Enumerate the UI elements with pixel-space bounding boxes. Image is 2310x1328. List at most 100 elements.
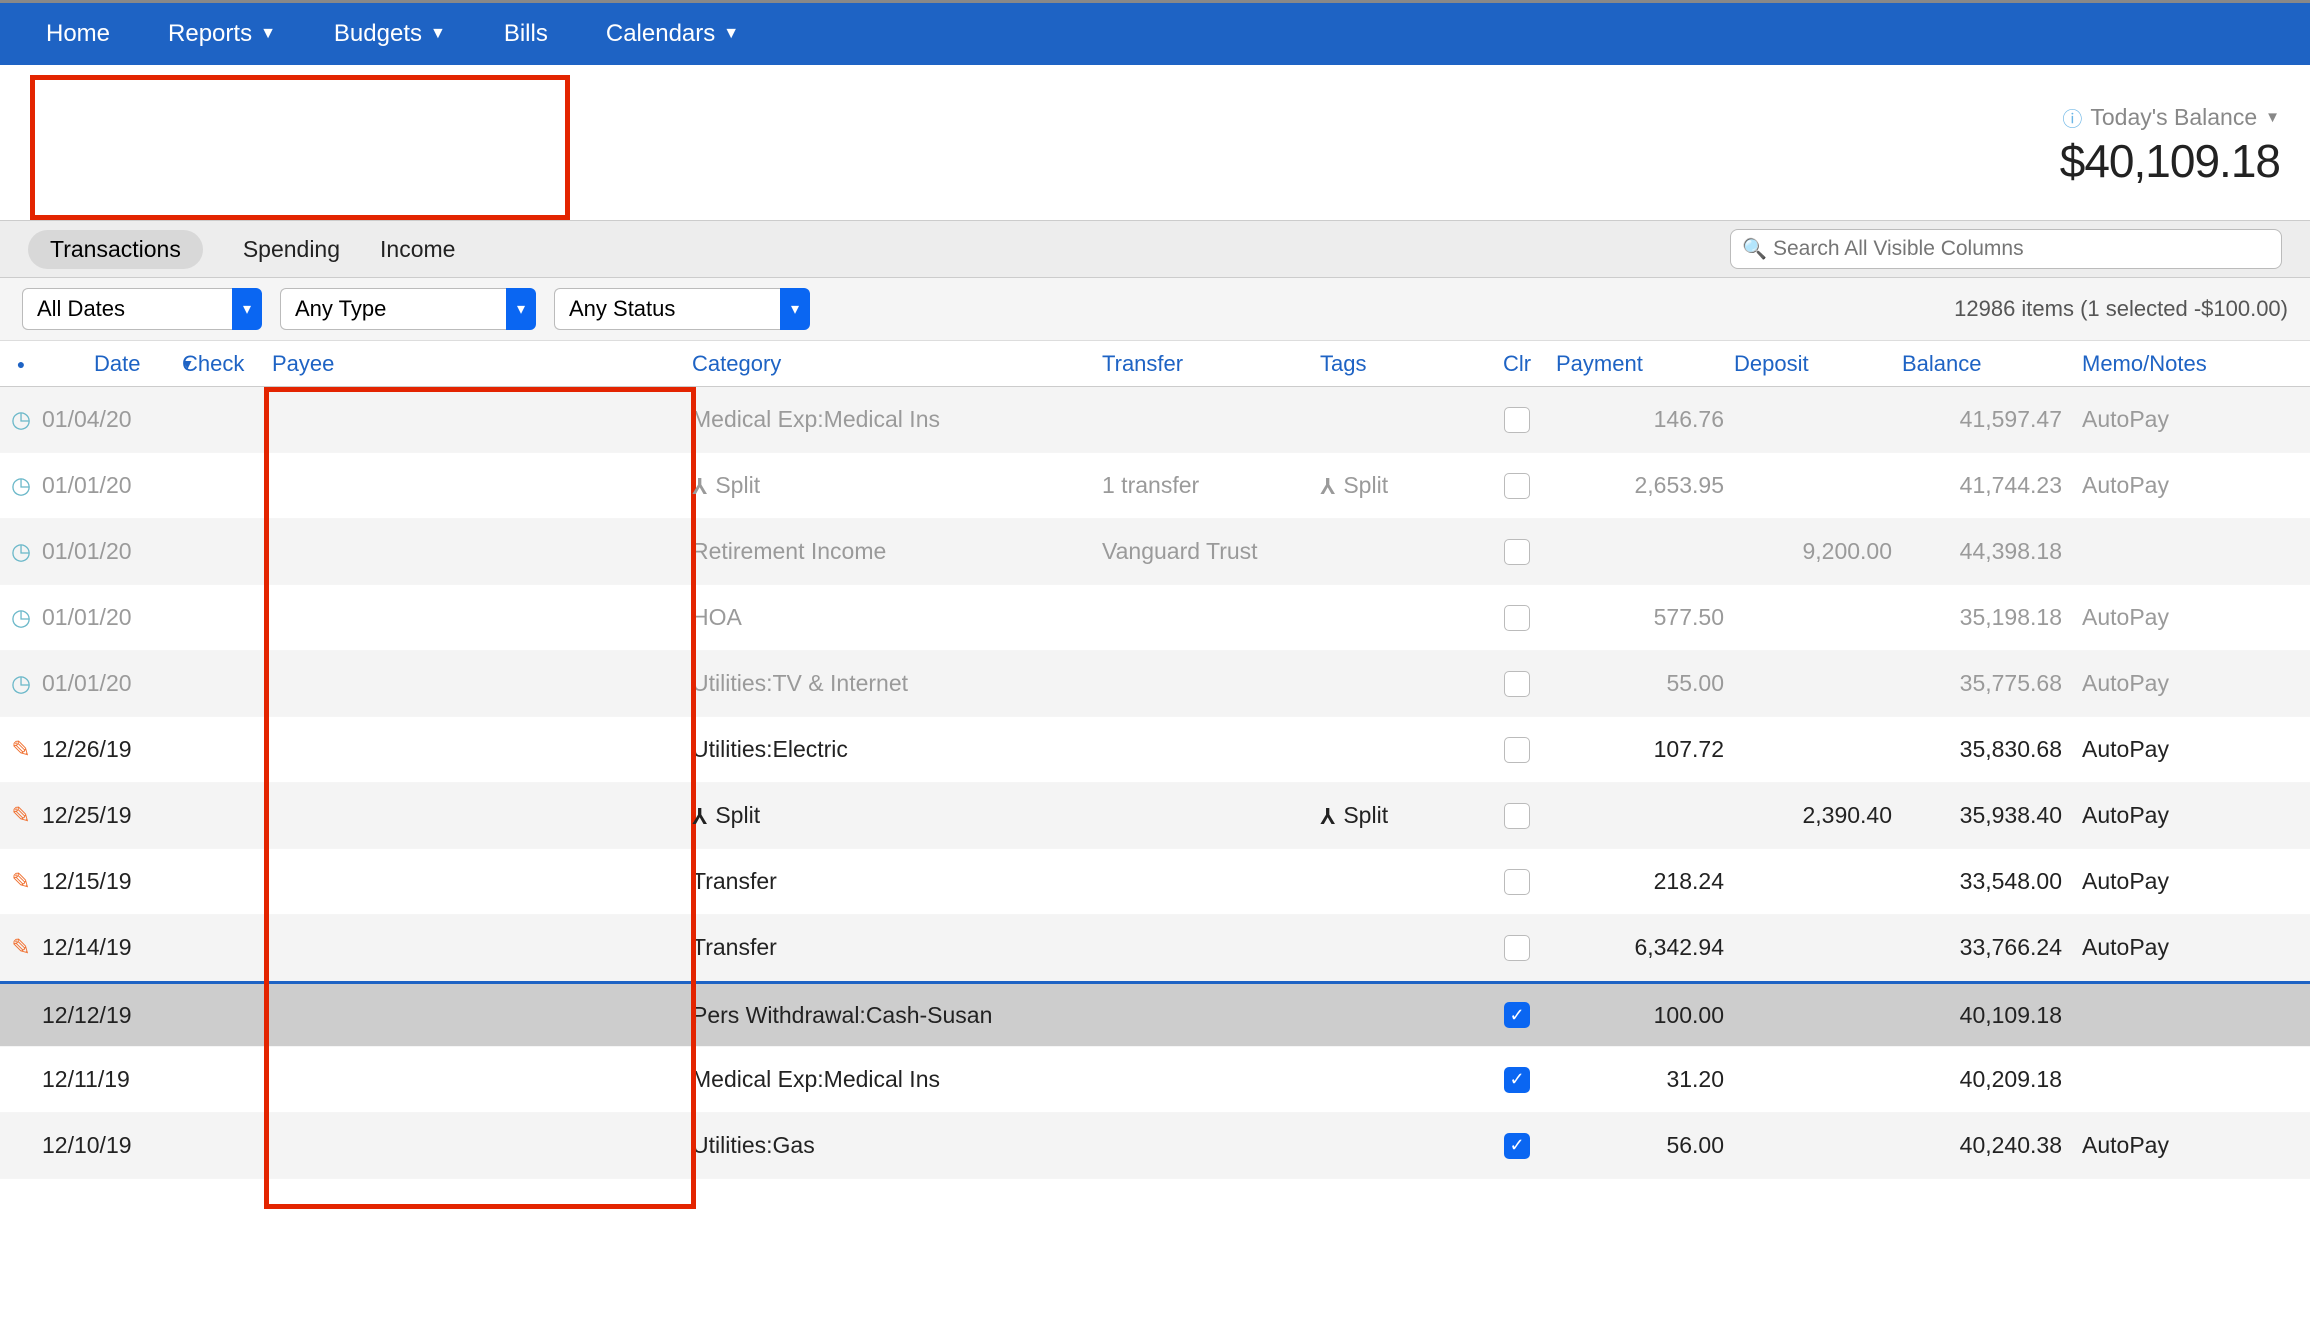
balance-label[interactable]: Today's Balance xyxy=(2090,104,2257,131)
cell-cleared[interactable]: ✓ xyxy=(1478,1002,1556,1028)
chevron-down-icon[interactable]: ▾ xyxy=(780,288,810,330)
cell-cleared[interactable] xyxy=(1478,803,1556,829)
table-row[interactable]: 12/12/19Pers Withdrawal:Cash-Susan✓100.0… xyxy=(0,981,2310,1047)
cell-memo: AutoPay xyxy=(2072,868,2302,895)
cell-payment: 55.00 xyxy=(1556,670,1734,697)
chevron-down-icon[interactable]: ▾ xyxy=(232,288,262,330)
filter-type[interactable]: Any Type ▾ xyxy=(280,288,536,330)
checkbox-icon[interactable] xyxy=(1504,935,1530,961)
chevron-down-icon: ▼ xyxy=(723,25,739,43)
items-count-status: 12986 items (1 selected -$100.00) xyxy=(1954,296,2288,322)
filter-row: All Dates ▾ Any Type ▾ Any Status ▾ 1298… xyxy=(0,278,2310,341)
tab-spending[interactable]: Spending xyxy=(243,236,340,263)
table-row[interactable]: ✎12/15/19Transfer218.2433,548.00AutoPay xyxy=(0,849,2310,915)
checkbox-icon[interactable] xyxy=(1504,737,1530,763)
nav-calendars[interactable]: Calendars▼ xyxy=(606,20,739,48)
tab-income[interactable]: Income xyxy=(380,236,455,263)
checkbox-icon[interactable] xyxy=(1504,803,1530,829)
search-wrap: 🔍 xyxy=(1730,229,2282,269)
checkbox-icon[interactable] xyxy=(1504,671,1530,697)
col-date[interactable]: Date▼ xyxy=(42,351,182,377)
cell-category: Utilities:Electric xyxy=(692,736,1102,763)
cell-cleared[interactable] xyxy=(1478,869,1556,895)
cell-category: Medical Exp:Medical Ins xyxy=(692,1066,1102,1093)
cell-category: Transfer xyxy=(692,868,1102,895)
checkbox-icon[interactable] xyxy=(1504,869,1530,895)
cell-cleared[interactable]: ✓ xyxy=(1478,1133,1556,1159)
cell-cleared[interactable]: ✓ xyxy=(1478,1067,1556,1093)
cell-deposit: 2,390.40 xyxy=(1734,802,1902,829)
col-payee[interactable]: Payee xyxy=(272,351,692,377)
table-row[interactable]: ✎12/14/19Transfer6,342.9433,766.24AutoPa… xyxy=(0,915,2310,981)
cell-tags: Y Split xyxy=(1320,472,1478,499)
cell-cleared[interactable] xyxy=(1478,935,1556,961)
cell-cleared[interactable] xyxy=(1478,671,1556,697)
table-row[interactable]: ◷01/01/20Utilities:TV & Internet55.0035,… xyxy=(0,651,2310,717)
cell-payment: 146.76 xyxy=(1556,406,1734,433)
cell-memo: AutoPay xyxy=(2072,802,2302,829)
cell-balance: 41,597.47 xyxy=(1902,406,2072,433)
nav-home[interactable]: Home xyxy=(46,20,110,48)
col-balance[interactable]: Balance xyxy=(1902,351,2072,377)
checkbox-icon[interactable] xyxy=(1504,539,1530,565)
cell-category: Pers Withdrawal:Cash-Susan xyxy=(692,1002,1102,1029)
col-tags[interactable]: Tags xyxy=(1320,351,1478,377)
tab-transactions[interactable]: Transactions xyxy=(28,230,203,269)
table-row[interactable]: 12/10/19Utilities:Gas✓56.0040,240.38Auto… xyxy=(0,1113,2310,1179)
chevron-down-icon[interactable]: ▼ xyxy=(2265,109,2280,126)
col-deposit[interactable]: Deposit xyxy=(1734,351,1902,377)
col-status-dot[interactable]: ● xyxy=(0,356,42,372)
cell-cleared[interactable] xyxy=(1478,605,1556,631)
balance-block: ⓘ Today's Balance ▼ $40,109.18 xyxy=(2060,75,2290,188)
clock-icon: ◷ xyxy=(11,670,31,697)
cell-date: 01/01/20 xyxy=(42,604,182,631)
pencil-icon: ✎ xyxy=(11,736,30,763)
table-row[interactable]: ◷01/04/20Medical Exp:Medical Ins146.7641… xyxy=(0,387,2310,453)
account-header: ⓘ Today's Balance ▼ $40,109.18 xyxy=(0,65,2310,220)
cell-tags: Y Split xyxy=(1320,802,1478,829)
col-transfer[interactable]: Transfer xyxy=(1102,351,1320,377)
filter-status[interactable]: Any Status ▾ xyxy=(554,288,810,330)
cell-cleared[interactable] xyxy=(1478,473,1556,499)
nav-reports[interactable]: Reports▼ xyxy=(168,20,276,48)
info-icon[interactable]: ⓘ xyxy=(2062,103,2082,132)
table-row[interactable]: 12/11/19Medical Exp:Medical Ins✓31.2040,… xyxy=(0,1047,2310,1113)
cell-category: Retirement Income xyxy=(692,538,1102,565)
table-row[interactable]: ◷01/01/20Y Split1 transferY Split2,653.9… xyxy=(0,453,2310,519)
nav-budgets[interactable]: Budgets▼ xyxy=(334,20,446,48)
col-memo[interactable]: Memo/Notes xyxy=(2072,351,2302,377)
filter-dates[interactable]: All Dates ▾ xyxy=(22,288,262,330)
col-category[interactable]: Category xyxy=(692,351,1102,377)
cell-date: 12/14/19 xyxy=(42,934,182,961)
cell-balance: 35,830.68 xyxy=(1902,736,2072,763)
checkbox-icon[interactable] xyxy=(1504,473,1530,499)
cell-memo: AutoPay xyxy=(2072,736,2302,763)
table-row[interactable]: ✎12/26/19Utilities:Electric107.7235,830.… xyxy=(0,717,2310,783)
cell-transfer: 1 transfer xyxy=(1102,472,1320,499)
cell-payment: 2,653.95 xyxy=(1556,472,1734,499)
col-clr[interactable]: Clr xyxy=(1478,351,1556,377)
col-payment[interactable]: Payment xyxy=(1556,351,1734,377)
cell-category: HOA xyxy=(692,604,1102,631)
table-row[interactable]: ✎12/25/19Y SplitY Split2,390.4035,938.40… xyxy=(0,783,2310,849)
search-icon: 🔍 xyxy=(1742,237,1767,262)
checkbox-icon[interactable]: ✓ xyxy=(1504,1067,1530,1093)
cell-payment: 100.00 xyxy=(1556,1002,1734,1029)
checkbox-icon[interactable] xyxy=(1504,407,1530,433)
col-check[interactable]: Check xyxy=(182,351,272,377)
chevron-down-icon[interactable]: ▾ xyxy=(506,288,536,330)
checkbox-icon[interactable]: ✓ xyxy=(1504,1133,1530,1159)
pencil-icon: ✎ xyxy=(11,934,30,961)
table-row[interactable]: ◷01/01/20HOA577.5035,198.18AutoPay xyxy=(0,585,2310,651)
table-row[interactable]: ◷01/01/20Retirement IncomeVanguard Trust… xyxy=(0,519,2310,585)
nav-bills[interactable]: Bills xyxy=(504,20,548,48)
cell-cleared[interactable] xyxy=(1478,539,1556,565)
cell-balance: 35,938.40 xyxy=(1902,802,2072,829)
cell-cleared[interactable] xyxy=(1478,407,1556,433)
cell-cleared[interactable] xyxy=(1478,737,1556,763)
search-input[interactable] xyxy=(1730,229,2282,269)
checkbox-icon[interactable] xyxy=(1504,605,1530,631)
checkbox-icon[interactable]: ✓ xyxy=(1504,1002,1530,1028)
cell-date: 01/01/20 xyxy=(42,670,182,697)
cell-balance: 41,744.23 xyxy=(1902,472,2072,499)
